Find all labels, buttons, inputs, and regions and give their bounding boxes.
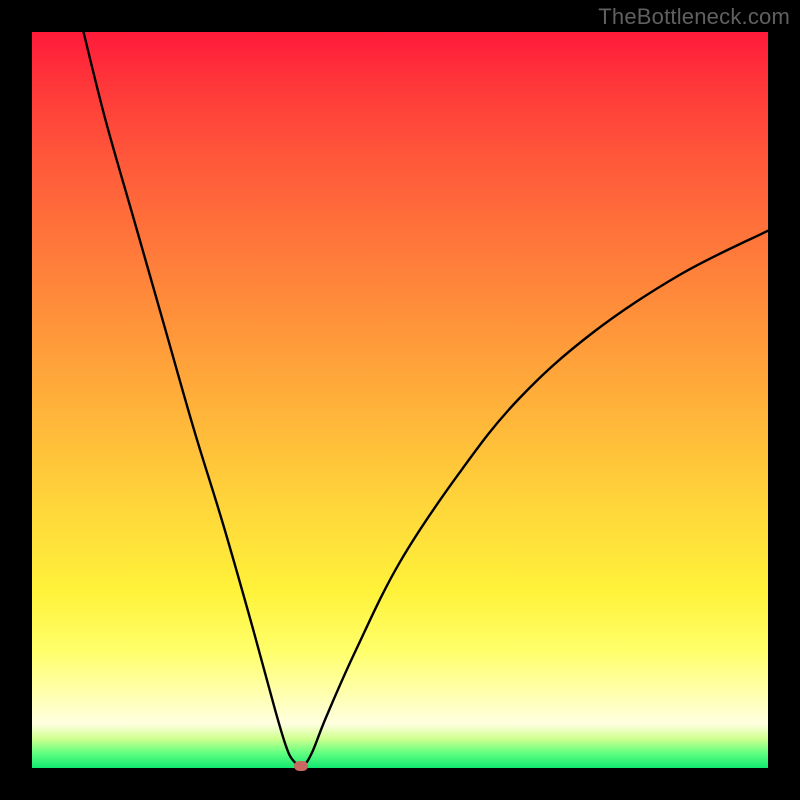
chart-frame: TheBottleneck.com bbox=[0, 0, 800, 800]
optimal-point-marker bbox=[294, 761, 308, 771]
plot-area bbox=[32, 32, 768, 768]
attribution-label: TheBottleneck.com bbox=[598, 4, 790, 30]
bottleneck-curve bbox=[32, 32, 768, 768]
